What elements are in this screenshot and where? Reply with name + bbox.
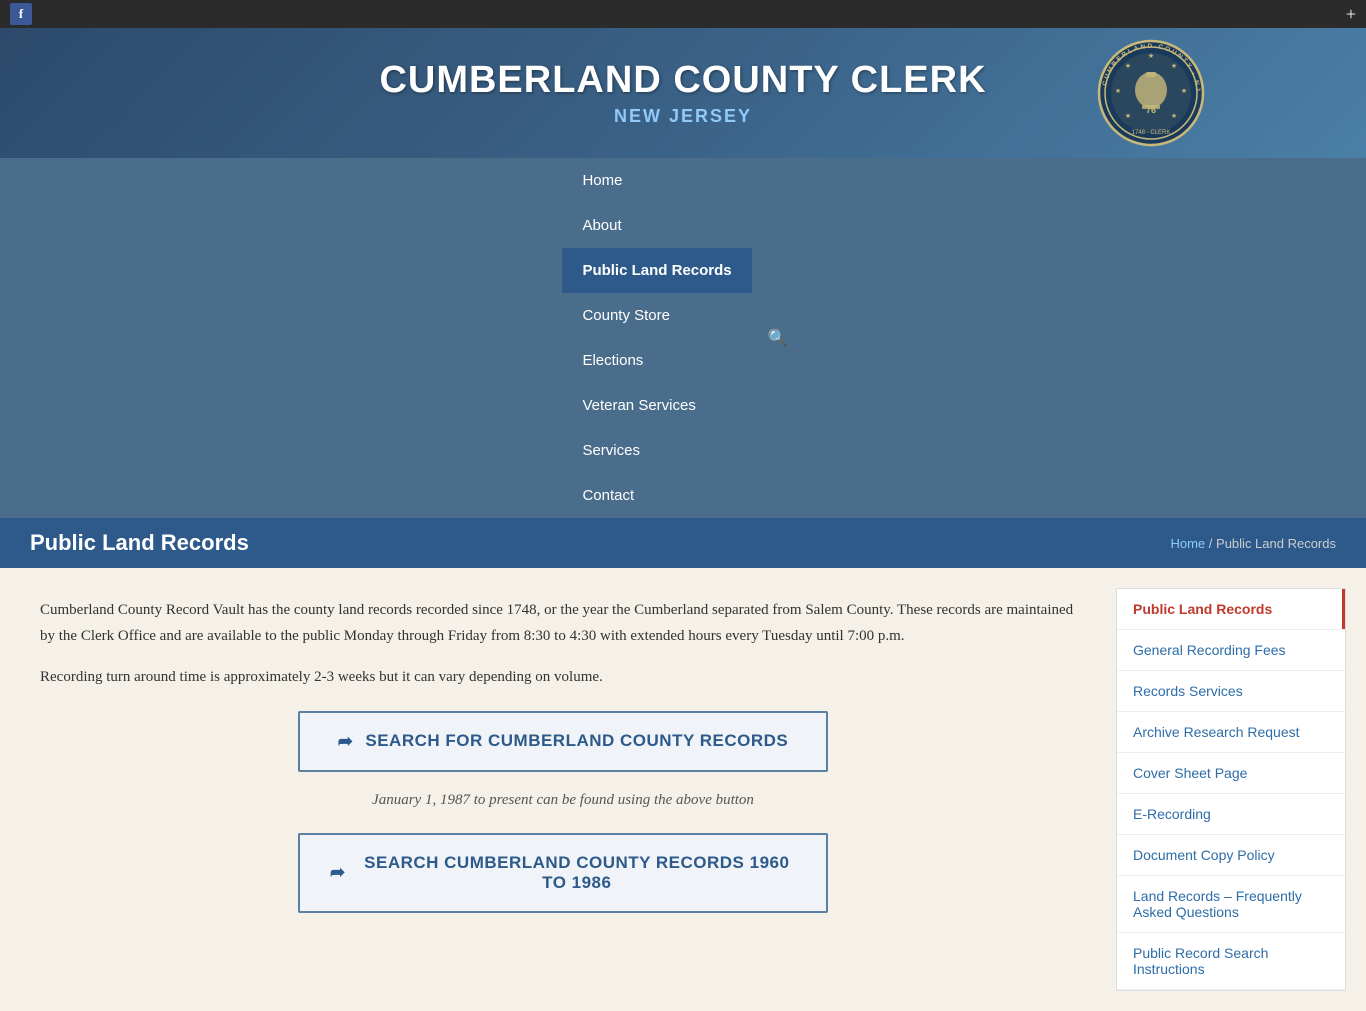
nav-item-veteran-services[interactable]: Veteran Services xyxy=(562,383,751,428)
search-records-button[interactable]: ➦ SEARCH FOR CUMBERLAND COUNTY RECORDS xyxy=(298,711,828,772)
breadcrumb: Home / Public Land Records xyxy=(1170,536,1336,551)
header: CUMBERLAND COUNTY CLERK NEW JERSEY 76 ★ … xyxy=(0,28,1366,158)
svg-text:76: 76 xyxy=(1146,105,1156,115)
site-subtitle: NEW JERSEY xyxy=(379,106,986,127)
plus-icon[interactable]: + xyxy=(1346,4,1356,25)
top-bar: f + xyxy=(0,0,1366,28)
page-title-bar: Public Land Records Home / Public Land R… xyxy=(0,518,1366,568)
search-records-1960-button[interactable]: ➦ SEARCH CUMBERLAND COUNTY RECORDS 1960 … xyxy=(298,833,828,913)
content-area: Cumberland County Record Vault has the c… xyxy=(20,588,1096,991)
sidebar-items: Public Land RecordsGeneral Recording Fee… xyxy=(1117,589,1345,990)
svg-text:★: ★ xyxy=(1148,52,1154,60)
breadcrumb-current: Public Land Records xyxy=(1216,536,1336,551)
sidebar-item-csp[interactable]: Cover Sheet Page xyxy=(1117,753,1345,794)
paragraph-2: Recording turn around time is approximat… xyxy=(40,665,1086,691)
sidebar: Public Land RecordsGeneral Recording Fee… xyxy=(1116,588,1346,991)
nav-item-elections[interactable]: Elections xyxy=(562,338,751,383)
nav-item-home[interactable]: Home xyxy=(562,158,751,203)
sidebar-item-arr[interactable]: Archive Research Request xyxy=(1117,712,1345,753)
sidebar-item-prsi[interactable]: Public Record Search Instructions xyxy=(1117,933,1345,990)
page-title: Public Land Records xyxy=(30,530,249,556)
svg-text:★: ★ xyxy=(1115,87,1121,95)
main-content: Cumberland County Record Vault has the c… xyxy=(0,568,1366,1011)
search-btn-1-label: SEARCH FOR CUMBERLAND COUNTY RECORDS xyxy=(365,731,788,751)
nav-item-county-store[interactable]: County Store xyxy=(562,293,751,338)
breadcrumb-home-link[interactable]: Home xyxy=(1170,536,1205,551)
facebook-icon[interactable]: f xyxy=(10,3,32,25)
paragraph-1: Cumberland County Record Vault has the c… xyxy=(40,598,1086,649)
content-text: Cumberland County Record Vault has the c… xyxy=(40,598,1086,691)
nav-item-about[interactable]: About xyxy=(562,203,751,248)
nav-item-public-land-records[interactable]: Public Land Records xyxy=(562,248,751,293)
share-icon-2: ➦ xyxy=(330,862,346,883)
nav-items-container: HomeAboutPublic Land RecordsCounty Store… xyxy=(562,158,751,518)
sidebar-item-dcp[interactable]: Document Copy Policy xyxy=(1117,835,1345,876)
svg-text:★: ★ xyxy=(1171,112,1177,120)
svg-text:★: ★ xyxy=(1125,62,1131,70)
sidebar-item-rs[interactable]: Records Services xyxy=(1117,671,1345,712)
site-title: CUMBERLAND COUNTY CLERK xyxy=(379,59,986,102)
sidebar-item-plr[interactable]: Public Land Records xyxy=(1117,589,1345,630)
sidebar-item-grf[interactable]: General Recording Fees xyxy=(1117,630,1345,671)
main-navigation: HomeAboutPublic Land RecordsCounty Store… xyxy=(0,158,1366,518)
share-icon-1: ➦ xyxy=(338,731,354,752)
search-btn-1-container: ➦ SEARCH FOR CUMBERLAND COUNTY RECORDS xyxy=(40,711,1086,782)
nav-item-services[interactable]: Services xyxy=(562,428,751,473)
breadcrumb-separator: / xyxy=(1209,536,1216,551)
nav-item-contact[interactable]: Contact xyxy=(562,473,751,518)
search-nav-icon[interactable]: 🔍 xyxy=(752,314,804,362)
header-content: CUMBERLAND COUNTY CLERK NEW JERSEY xyxy=(379,59,986,127)
sidebar-item-er[interactable]: E-Recording xyxy=(1117,794,1345,835)
search-btn-2-label: SEARCH CUMBERLAND COUNTY RECORDS 1960 TO… xyxy=(358,853,796,893)
svg-text:★: ★ xyxy=(1125,112,1131,120)
county-seal: 76 ★ ★ ★ ★ ★ ★ ★ CUMBERLAND COUNTY · NJ … xyxy=(1096,38,1206,148)
svg-text:★: ★ xyxy=(1181,87,1187,95)
search-btn-2-container: ➦ SEARCH CUMBERLAND COUNTY RECORDS 1960 … xyxy=(40,833,1086,923)
svg-text:★: ★ xyxy=(1171,62,1177,70)
date-note: January 1, 1987 to present can be found … xyxy=(40,792,1086,809)
sidebar-item-lrfaq[interactable]: Land Records – Frequently Asked Question… xyxy=(1117,876,1345,933)
svg-text:1748 · CLERK: 1748 · CLERK xyxy=(1132,130,1171,136)
